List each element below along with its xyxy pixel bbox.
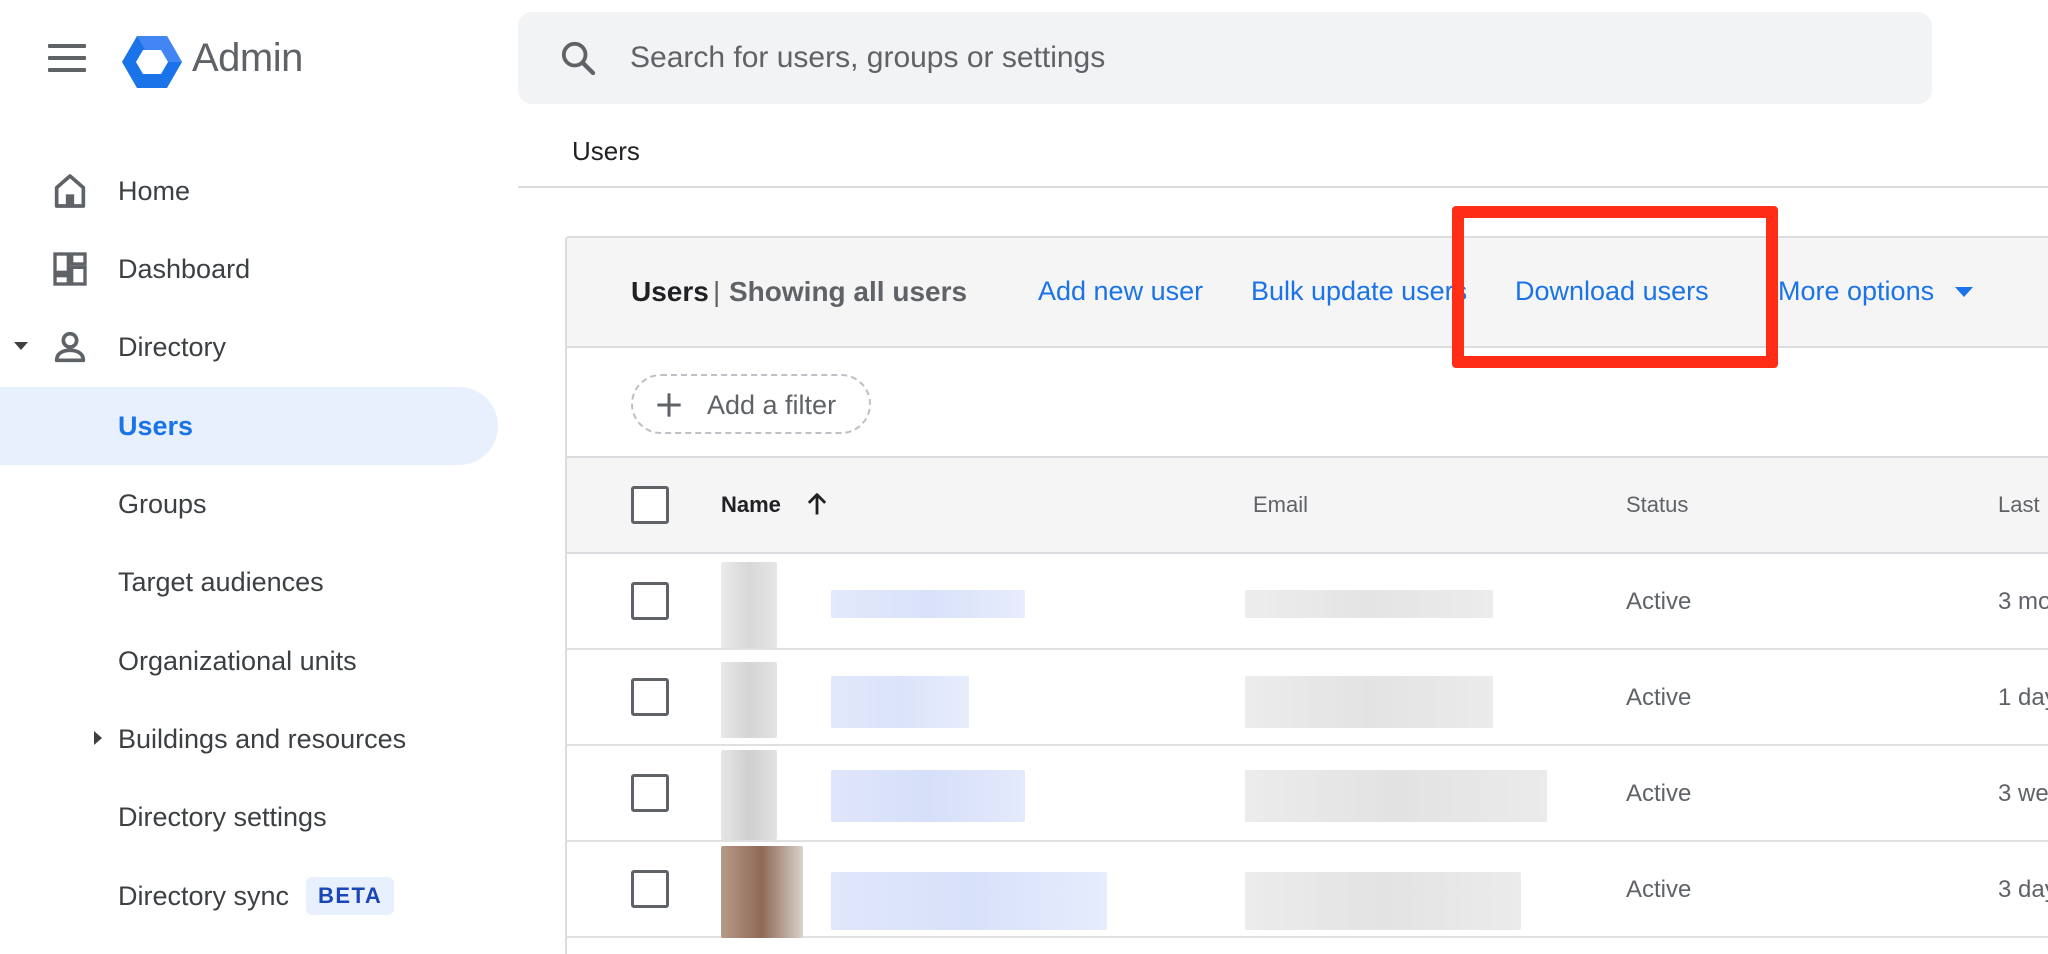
sidebar-item-directory-settings[interactable]: Directory settings [0,778,498,856]
divider [518,186,2048,188]
table-row[interactable]: Active 3 we [567,746,2048,842]
more-options-button[interactable]: More options [1778,276,1934,307]
table-row[interactable]: Active 3 mo [567,554,2048,650]
user-email [1245,590,1493,618]
table-row[interactable]: Active 1 day [567,650,2048,746]
status-text: Active [1626,684,1692,711]
sidebar-item-label: Target audiences [118,566,324,597]
sidebar-item-label: Dashboard [118,253,251,284]
sidebar-item-buildings-and-resources[interactable]: Buildings and resources [0,700,498,778]
sidebar-item-label: Groups [118,488,207,519]
beta-badge: BETA [306,877,395,915]
home-icon [54,174,86,208]
add-filter-label: Add a filter [707,390,837,420]
sidebar-item-home[interactable]: Home [0,152,498,230]
bulk-update-users-button[interactable]: Bulk update users [1251,276,1467,307]
user-email [1245,872,1521,930]
card-title: Users [631,276,709,307]
user-name-link[interactable] [831,676,969,728]
add-filter-button[interactable]: Add a filter [631,374,871,434]
sidebar-item-directory[interactable]: Directory [0,308,498,386]
filter-bar: Add a filter [567,348,2048,458]
column-header-last[interactable]: Last [1998,492,2040,518]
card-subtitle: Showing all users [729,276,968,307]
last-sign-in: 3 we [1998,780,2048,807]
column-header-name[interactable]: Name [721,492,781,518]
user-name-link[interactable] [831,872,1107,930]
sidebar-item-label: Organizational units [118,645,357,676]
title-separator: | [713,276,721,307]
sidebar-item-label: Users [118,410,194,441]
plus-icon [657,393,681,417]
search-icon[interactable] [558,38,598,78]
table-row[interactable]: Active 3 day [567,842,2048,938]
table-header: Name Email Status Last [567,458,2048,554]
avatar [721,846,803,938]
last-sign-in: 1 day [1998,684,2048,711]
column-header-status[interactable]: Status [1626,492,1688,518]
status-text: Active [1626,876,1692,903]
search-input[interactable] [630,12,1830,104]
app-title: Admin [192,36,303,80]
avatar [721,750,777,840]
sidebar-item-label: Buildings and resources [118,723,407,754]
avatar [721,662,777,738]
sidebar-item-label: Directory sync [118,880,290,911]
status-text: Active [1626,780,1692,807]
row-checkbox[interactable] [631,678,669,716]
sidebar-item-label: Directory settings [118,801,327,832]
dashboard-icon [53,252,87,286]
user-email [1245,676,1493,728]
sidebar-item-target-audiences[interactable]: Target audiences [0,543,498,621]
search-bar[interactable] [518,12,1932,104]
card-header: Users | Showing all users Add new user B… [567,238,2048,348]
menu-icon[interactable] [48,44,86,74]
select-all-checkbox[interactable] [631,486,669,524]
column-header-email[interactable]: Email [1253,492,1308,518]
sidebar-item-label: Directory [118,331,227,362]
chevron-down-icon[interactable] [1955,287,1973,297]
users-card: Users | Showing all users Add new user B… [565,236,2048,954]
chevron-right-icon[interactable] [94,731,102,745]
sidebar-item-directory-sync[interactable]: Directory sync BETA [0,857,498,935]
user-email [1245,770,1547,822]
user-name-link[interactable] [831,770,1025,822]
breadcrumb: Users [572,136,640,166]
sidebar-item-label: Home [118,175,191,206]
add-new-user-button[interactable]: Add new user [1038,276,1203,307]
sidebar-item-users[interactable]: Users [0,387,498,465]
last-sign-in: 3 mo [1998,588,2048,615]
sidebar-item-groups[interactable]: Groups [0,465,498,543]
chevron-down-icon[interactable] [14,342,28,350]
arrow-up-icon[interactable] [803,490,831,518]
user-name-link[interactable] [831,590,1025,618]
person-icon [54,331,86,363]
row-checkbox[interactable] [631,582,669,620]
status-text: Active [1626,588,1692,615]
row-checkbox[interactable] [631,870,669,908]
admin-logo [122,36,182,88]
row-checkbox[interactable] [631,774,669,812]
last-sign-in: 3 day [1998,876,2048,903]
avatar [721,562,777,648]
sidebar-item-dashboard[interactable]: Dashboard [0,230,498,308]
sidebar-item-organizational-units[interactable]: Organizational units [0,622,498,700]
download-users-button[interactable]: Download users [1515,276,1709,307]
